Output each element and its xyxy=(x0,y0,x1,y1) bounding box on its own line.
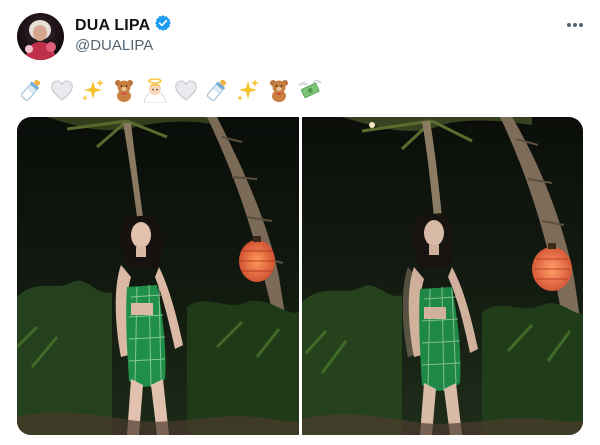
money-with-wings-icon xyxy=(296,76,324,104)
author-name-row[interactable]: DUA LIPA xyxy=(75,14,172,37)
tweet-photo-2[interactable] xyxy=(301,117,583,435)
sparkles-icon xyxy=(234,76,262,104)
white-heart-icon xyxy=(172,76,200,104)
tweet-text xyxy=(17,75,324,105)
baby-bottle-icon xyxy=(203,76,231,104)
display-name[interactable]: DUA LIPA xyxy=(75,17,150,35)
white-heart-icon xyxy=(48,76,76,104)
sparkles-icon xyxy=(79,76,107,104)
more-horizontal-icon xyxy=(567,23,583,27)
tweet-card: DUA LIPA @DUALIPA xyxy=(0,0,600,445)
tweet-photo-1[interactable] xyxy=(17,117,299,435)
tweet-media-grid xyxy=(17,117,583,435)
night-garden-photo-blurred xyxy=(301,117,583,435)
author-handle[interactable]: @DUALIPA xyxy=(75,37,153,54)
verified-badge-icon xyxy=(154,14,172,37)
angel-face-icon xyxy=(141,76,169,104)
teddy-bear-icon xyxy=(110,76,138,104)
avatar[interactable] xyxy=(17,13,64,60)
more-options-button[interactable] xyxy=(564,14,586,36)
night-garden-photo xyxy=(17,117,299,435)
teddy-bear-icon xyxy=(265,76,293,104)
baby-bottle-icon xyxy=(17,76,45,104)
